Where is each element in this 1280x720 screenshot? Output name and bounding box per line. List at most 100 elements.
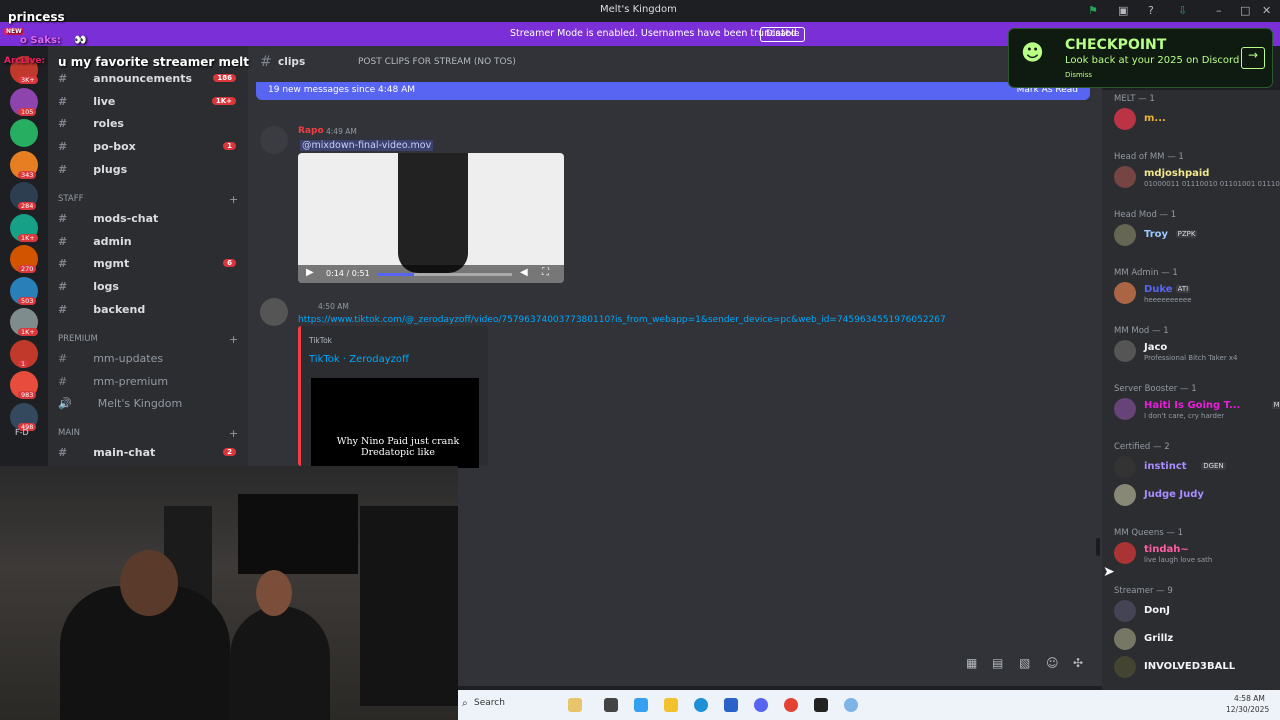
overlay-line-princess: princess (8, 10, 65, 24)
hash-icon: # (58, 94, 68, 108)
channel-item[interactable]: # mgmt 6 (58, 257, 244, 270)
server-badge: 1K+ (18, 328, 38, 336)
avatar (1114, 628, 1136, 650)
video-player[interactable]: ▶ 0:14 / 0:51 ◀ ⛶ (298, 153, 564, 283)
message-link[interactable]: https://www.tiktok.com/@_zerodayzoff/vid… (298, 315, 946, 325)
avatar[interactable] (260, 126, 288, 154)
member-item[interactable]: Jaco Professional Bitch Taker x4 (1114, 340, 1274, 362)
channel-label: backend (93, 302, 146, 316)
help-icon[interactable]: ? (1148, 4, 1154, 17)
close-icon[interactable]: ✕ (1262, 4, 1271, 17)
emoji-icon[interactable]: ☺ (1046, 656, 1059, 670)
embed-title[interactable]: TikTok · Zerodayzoff (309, 354, 409, 365)
embed-thumbnail[interactable]: Why Nino Paid just crank Dredatopic like (311, 378, 479, 468)
avatar[interactable] (260, 298, 288, 326)
play-icon[interactable]: ▶ (306, 267, 314, 278)
dismiss-link[interactable]: Dismiss (1065, 71, 1092, 79)
member-name: Haiti Is Going T... (1144, 400, 1241, 411)
chrome-icon[interactable] (784, 698, 798, 712)
seek-progress (378, 273, 415, 276)
channel-label: mm-updates (93, 352, 164, 365)
edge-icon[interactable] (694, 698, 708, 712)
channel-item[interactable]: # admin (58, 235, 244, 248)
server-rail: 3K+ 105 343 284 1K+ 270 503 1K+ 1 983 498 F-D (0, 46, 48, 466)
channel-item[interactable]: # plugs (58, 163, 244, 176)
channel-item[interactable]: # mm-premium (58, 375, 244, 388)
member-item[interactable]: Duke ATI heeeeeeeeee (1114, 282, 1274, 304)
member-item[interactable]: mdjoshpaid 01000011 01110010 01101001 011… (1114, 166, 1280, 188)
channel-label: mods-chat (93, 212, 159, 225)
channel-item[interactable]: # po-box 1 (58, 140, 244, 153)
channel-item[interactable]: # mods-chat (58, 212, 244, 225)
wall-tv (238, 494, 358, 574)
member-item[interactable]: Troy PZPK (1114, 224, 1274, 246)
gift-icon[interactable]: ▦ (966, 656, 977, 670)
member-status: Professional Bitch Taker x4 (1144, 354, 1238, 362)
channel-item[interactable]: # logs (58, 280, 244, 293)
channel-item[interactable]: # roles (58, 117, 244, 130)
member-item[interactable]: Grillz (1114, 628, 1274, 650)
channel-label: main-chat (93, 446, 156, 459)
channel-item[interactable]: # mm-updates (58, 352, 244, 365)
inbox-icon[interactable]: ⚑ (1088, 4, 1098, 17)
server-icon[interactable] (10, 119, 38, 147)
channel-item[interactable]: 🔊 Melt's Kingdom (58, 397, 244, 410)
discord-icon[interactable] (754, 698, 768, 712)
attachment-mention[interactable]: @mixdown-final-video.mov (300, 140, 434, 151)
attachment-name: mixdown-final-video.mov (311, 140, 432, 151)
category-header[interactable]: STAFF (58, 194, 84, 204)
task-view-icon[interactable] (604, 698, 618, 712)
category-header[interactable]: MAIN (58, 428, 80, 438)
settings-icon[interactable] (844, 698, 858, 712)
add-channel-icon[interactable]: + (229, 427, 238, 440)
arrow-right-icon[interactable]: → (1241, 47, 1265, 69)
taskbar-search[interactable]: Search (474, 698, 505, 708)
overlay-line-streamer: u my favorite streamer melt (58, 55, 249, 69)
maximize-icon[interactable]: □ (1240, 4, 1250, 17)
volume-icon[interactable]: ◀ (520, 267, 528, 278)
apps-icon[interactable]: ✣ (1073, 656, 1083, 670)
add-channel-icon[interactable]: + (229, 193, 238, 206)
gift-icon[interactable]: ▣ (1118, 4, 1128, 17)
app-icon[interactable] (814, 698, 828, 712)
copilot-icon[interactable] (634, 698, 648, 712)
member-item[interactable]: m... (1114, 108, 1274, 130)
member-name: m... (1144, 113, 1166, 124)
gif-icon[interactable]: ▤ (992, 656, 1003, 670)
minimize-icon[interactable]: – (1216, 4, 1222, 17)
server-badge: 270 (18, 265, 37, 273)
member-item[interactable]: tindah~ live laugh love sath (1114, 542, 1274, 564)
add-channel-icon[interactable]: + (229, 333, 238, 346)
widgets-icon[interactable] (568, 698, 582, 712)
member-item[interactable]: DonJ (1114, 600, 1274, 622)
sticker-icon[interactable]: ▧ (1019, 656, 1030, 670)
message-author[interactable]: Rapo (298, 126, 324, 136)
seek-bar[interactable] (378, 273, 512, 276)
disable-button[interactable]: Disable (760, 27, 806, 42)
new-messages-bar[interactable]: 19 new messages since 4:48 AM Mark As Re… (256, 82, 1090, 100)
channel-item[interactable]: # live 1K+ (58, 95, 244, 108)
server-badge: 503 (18, 296, 37, 305)
member-item[interactable]: Haiti Is Going T... MM I don't care, cry h… (1114, 398, 1280, 420)
clock-date: 12/30/2025 (1226, 705, 1270, 714)
channel-item[interactable]: # backend (58, 303, 244, 316)
channel-sidebar: # announcements 186 # live 1K+ # roles # po-box 1 #… (48, 46, 248, 466)
fullscreen-icon[interactable]: ⛶ (542, 267, 549, 278)
person-right (230, 606, 330, 720)
category-header[interactable]: PREMIUM (58, 334, 98, 344)
hash-icon: # (58, 140, 68, 154)
search-icon[interactable]: ⌕ (462, 698, 468, 709)
checkpoint-popup[interactable]: ☻ CHECKPOINT Look back at your 2025 on D… (1008, 28, 1273, 88)
discord-robot-icon: ☻ (1021, 41, 1044, 66)
member-item[interactable]: instinct DGEN (1114, 456, 1274, 478)
channel-item[interactable]: # main-chat 2 (58, 446, 244, 459)
chat-scrollbar[interactable] (1096, 538, 1100, 556)
store-icon[interactable] (724, 698, 738, 712)
clock-time: 4:58 AM (1234, 694, 1265, 703)
download-icon[interactable]: ⇩ (1178, 4, 1187, 17)
overlay-new-badge: NEW (4, 28, 24, 35)
file-explorer-icon[interactable] (664, 698, 678, 712)
member-item[interactable]: INVOLVED3BALL (1114, 656, 1274, 678)
member-item[interactable]: Judge Judy (1114, 484, 1274, 506)
avatar (1114, 282, 1136, 304)
